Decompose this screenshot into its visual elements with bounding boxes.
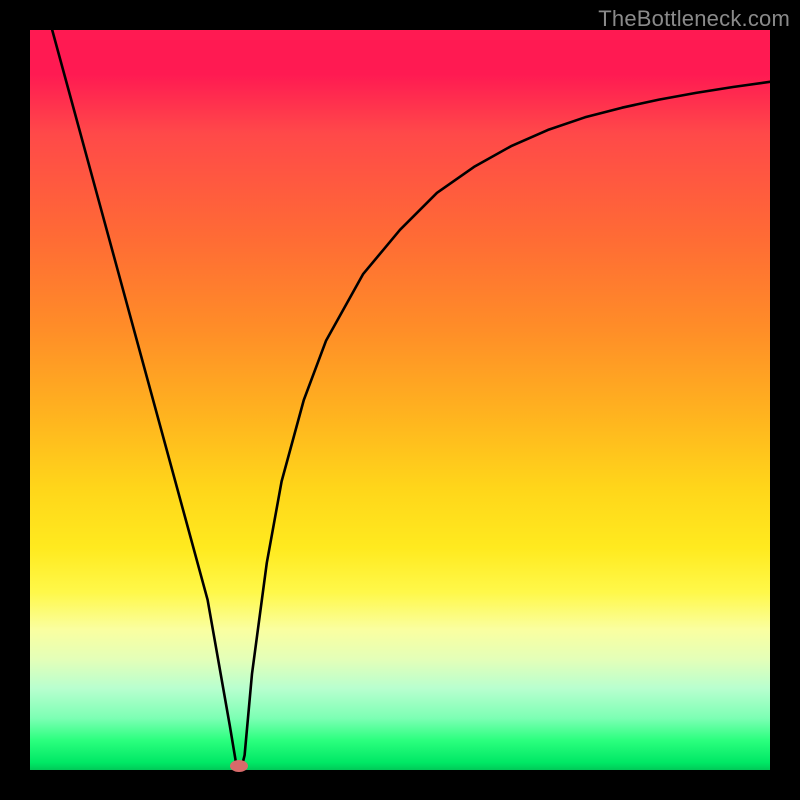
chart-frame: TheBottleneck.com [0,0,800,800]
chart-plot-area [30,30,770,770]
minimum-marker [230,760,248,772]
bottleneck-curve-path [52,30,770,770]
curve-svg [30,30,770,770]
watermark-text: TheBottleneck.com [598,6,790,32]
